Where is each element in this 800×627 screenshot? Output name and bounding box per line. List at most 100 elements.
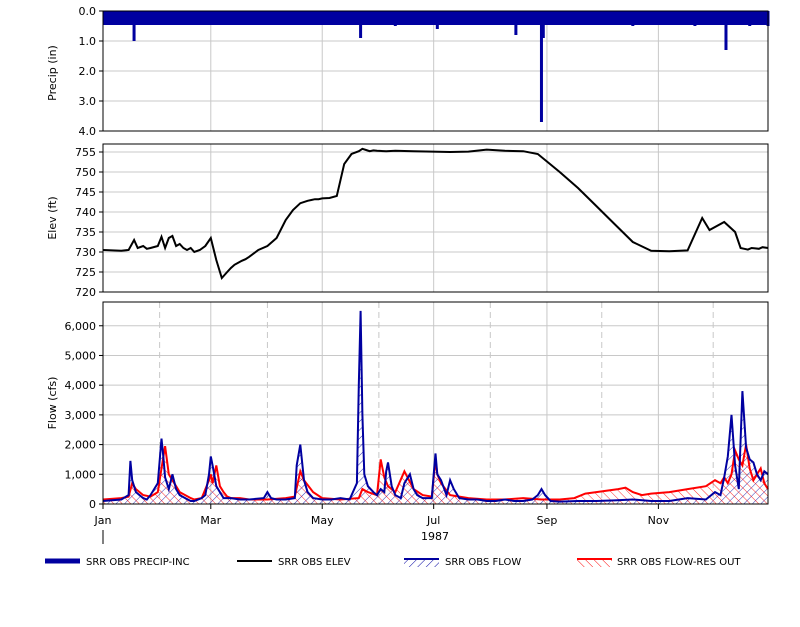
- precip-bar: [733, 11, 737, 23]
- precip-bar: [684, 11, 688, 20]
- elev-ytick-label: 745: [75, 186, 96, 199]
- precip-bar: [138, 11, 142, 17]
- precip-bar: [415, 11, 419, 17]
- precip-bar: [393, 11, 397, 26]
- precip-bar: [748, 11, 752, 26]
- precip-ytick-label: 4.0: [79, 125, 97, 138]
- elev-ytick-label: 750: [75, 166, 96, 179]
- precip-bar: [256, 11, 260, 17]
- x-tick-label: Jul: [426, 514, 440, 527]
- x-tick-label: Nov: [648, 514, 670, 527]
- precip-bar: [406, 11, 410, 20]
- elev-ytick-label: 735: [75, 226, 96, 239]
- precip-bar: [620, 11, 624, 20]
- precip-bar: [527, 11, 531, 17]
- legend-label-precip: SRR OBS PRECIP-INC: [86, 557, 190, 568]
- precip-bar: [428, 11, 432, 20]
- x-tick-label: Jan: [94, 514, 112, 527]
- flow-ytick-label: 4,000: [65, 379, 97, 392]
- legend-item-precip: SRR OBS PRECIP-INC: [45, 557, 190, 568]
- precip-bar: [441, 11, 445, 17]
- precip-bar: [550, 11, 554, 20]
- flow-panel: 0 1,000 2,000 3,000 4,000 5,000 6,000 Jan Mar May…: [65, 301, 769, 544]
- flow-y-axis-label: Flow (cfs): [46, 377, 59, 430]
- precip-bar: [587, 11, 591, 20]
- elev-y-axis-label: Elev (ft): [46, 196, 59, 239]
- precip-bar: [209, 11, 213, 20]
- precip-bar: [170, 11, 174, 20]
- legend-item-flow: SRR OBS FLOW: [404, 557, 521, 568]
- x-axis-year-label: 1987: [421, 530, 449, 543]
- precip-bar: [276, 11, 280, 17]
- precip-bar: [339, 11, 342, 20]
- precip-bar: [698, 11, 702, 17]
- precip-bar: [653, 11, 657, 17]
- flow-ytick-label: 6,000: [65, 320, 97, 333]
- precip-bar: [127, 11, 131, 20]
- x-tick-label: May: [311, 514, 334, 527]
- flow-ytick-label: 2,000: [65, 439, 97, 452]
- precip-bar: [717, 11, 721, 17]
- flow-ytick-label: 3,000: [65, 409, 97, 422]
- elev-ytick-label: 730: [75, 246, 96, 259]
- precip-bar: [446, 11, 450, 23]
- precip-bar: [514, 11, 518, 35]
- legend: SRR OBS PRECIP-INC SRR OBS ELEV SRR OBS …: [45, 557, 741, 568]
- legend-item-elev: SRR OBS ELEV: [237, 557, 351, 568]
- legend-swatch-res-out-hatch: [577, 559, 612, 567]
- elev-plot-area: [103, 144, 768, 292]
- precip-bar: [740, 11, 744, 17]
- precip-bar: [753, 11, 757, 20]
- precip-bar: [631, 11, 635, 26]
- flow-ytick-label: 0: [89, 498, 96, 511]
- x-tick-label: Mar: [200, 514, 221, 527]
- elev-ytick-label: 755: [75, 146, 96, 159]
- precip-bar: [563, 11, 567, 17]
- x-tick-label: Sep: [537, 514, 558, 527]
- precip-bar: [594, 11, 598, 17]
- precip-y-axis-label: Precip (in): [46, 45, 59, 101]
- precip-bar: [381, 11, 385, 17]
- hydrograph-chart: 0.0 1.0 2.0 3.0 4.0 720 725 730 735 740 745 750 755…: [45, 5, 770, 568]
- precip-bar: [724, 11, 728, 50]
- precip-bar: [320, 11, 324, 17]
- elevation-panel: 720 725 730 735 740 745 750 755: [75, 143, 769, 299]
- precip-bar: [499, 11, 503, 17]
- legend-item-res-out: SRR OBS FLOW-RES OUT: [577, 557, 741, 568]
- precip-bar: [492, 11, 496, 20]
- precip-ytick-label: 3.0: [79, 95, 97, 108]
- precip-bar: [477, 11, 481, 20]
- flow-ytick-label: 5,000: [65, 349, 97, 362]
- legend-swatch-flow-hatch: [404, 559, 439, 567]
- precip-bar: [711, 11, 715, 20]
- precip-bar: [693, 11, 697, 26]
- precip-bar: [485, 11, 489, 17]
- precip-bar: [161, 11, 165, 17]
- precip-bar: [435, 11, 439, 29]
- precip-bar: [673, 11, 677, 20]
- precip-bar: [112, 11, 116, 17]
- precip-bar: [660, 11, 664, 23]
- elev-ytick-label: 720: [75, 286, 96, 299]
- precip-bar: [154, 11, 158, 20]
- precip-bar: [397, 11, 401, 17]
- precip-bar: [459, 11, 463, 17]
- precip-bar: [240, 11, 244, 17]
- legend-label-flow: SRR OBS FLOW: [445, 557, 521, 568]
- flow-ytick-label: 1,000: [65, 468, 97, 481]
- precip-panel: 0.0 1.0 2.0 3.0 4.0: [79, 5, 770, 138]
- precip-bar: [349, 11, 353, 17]
- precip-bar: [375, 11, 379, 20]
- precip-ytick-label: 2.0: [79, 65, 97, 78]
- elev-ytick-label: 725: [75, 266, 96, 279]
- precip-ytick-label: 0.0: [79, 5, 97, 18]
- precip-bar: [359, 11, 363, 38]
- precip-bar: [541, 11, 545, 38]
- precip-bar: [642, 11, 646, 17]
- precip-bar: [761, 11, 765, 17]
- legend-label-res-out: SRR OBS FLOW-RES OUT: [617, 557, 741, 568]
- precip-bar: [678, 11, 682, 17]
- precip-ytick-label: 1.0: [79, 35, 97, 48]
- precip-bar: [302, 11, 306, 17]
- elev-ytick-label: 740: [75, 206, 96, 219]
